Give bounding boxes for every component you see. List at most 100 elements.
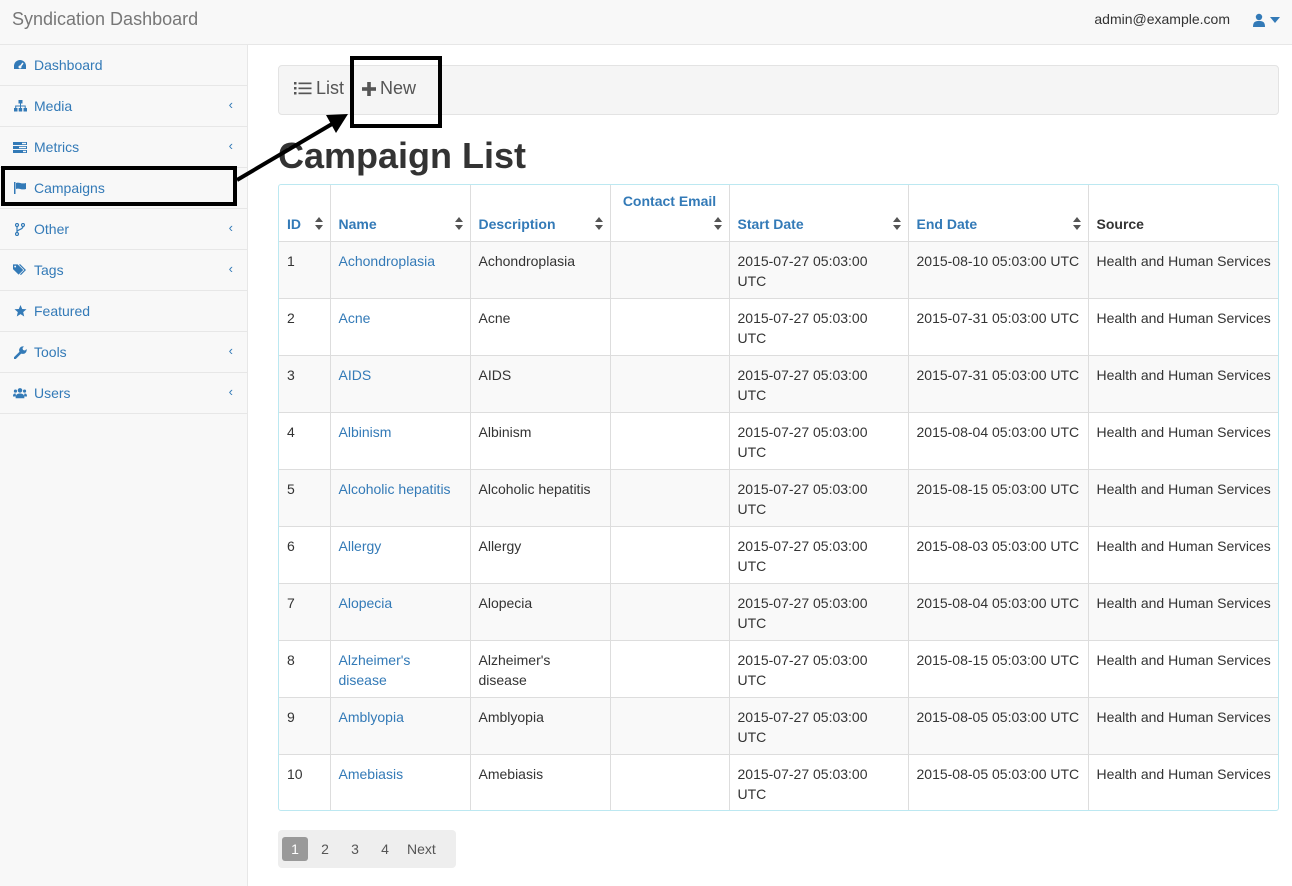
list-button-label: List xyxy=(316,78,345,98)
sidebar-item-users[interactable]: Users ‹ xyxy=(0,373,247,414)
table-row: 8 Alzheimer's disease Alzheimer's disease 2… xyxy=(279,639,1278,697)
main-content: List New Campaign List ID Name Descripti… xyxy=(248,45,1292,886)
cell-start-date: 2015-07-27 05:03:00 UTC xyxy=(728,240,908,298)
list-icon xyxy=(294,81,312,96)
cell-end-date: 2015-07-31 05:03:00 UTC xyxy=(907,354,1088,412)
cell-contact-email xyxy=(609,297,729,355)
top-navbar: Syndication Dashboard admin@example.com xyxy=(0,0,1292,45)
sidebar-item-metrics[interactable]: Metrics ‹ xyxy=(0,127,247,168)
column-header-end-date[interactable]: End Date xyxy=(907,185,1088,241)
chevron-left-icon: ‹ xyxy=(228,343,233,358)
pagination: 1 2 3 4 Next xyxy=(278,830,456,868)
page-link-4[interactable]: 4 xyxy=(372,837,398,861)
column-header-contact-email[interactable]: Contact Email xyxy=(609,185,729,241)
cell-contact-email xyxy=(609,411,729,469)
cell-contact-email xyxy=(609,753,729,810)
cell-contact-email xyxy=(609,354,729,412)
sidebar-item-label: Metrics xyxy=(34,139,80,155)
cell-name[interactable]: Achondroplasia xyxy=(329,240,470,298)
column-header-description[interactable]: Description xyxy=(469,185,610,241)
cell-name[interactable]: AIDS xyxy=(329,354,470,412)
chevron-left-icon: ‹ xyxy=(228,261,233,276)
page-link-2[interactable]: 2 xyxy=(312,837,338,861)
cell-source: Health and Human Services xyxy=(1087,297,1278,355)
cell-end-date: 2015-08-15 05:03:00 UTC xyxy=(907,468,1088,526)
column-header-source: Source xyxy=(1087,185,1278,241)
cell-source: Health and Human Services xyxy=(1087,696,1278,754)
cell-source: Health and Human Services xyxy=(1087,240,1278,298)
cell-description: Allergy xyxy=(469,525,610,583)
cell-end-date: 2015-08-10 05:03:00 UTC xyxy=(907,240,1088,298)
sidebar-item-featured[interactable]: Featured xyxy=(0,291,247,332)
table-row: 5 Alcoholic hepatitis Alcoholic hepatitis 2… xyxy=(279,468,1278,526)
cell-end-date: 2015-07-31 05:03:00 UTC xyxy=(907,297,1088,355)
sidebar-item-tags[interactable]: Tags ‹ xyxy=(0,250,247,291)
column-header-id[interactable]: ID xyxy=(279,185,330,241)
cell-start-date: 2015-07-27 05:03:00 UTC xyxy=(728,639,908,697)
sidebar-item-label: Dashboard xyxy=(34,57,103,73)
table-row: 7 Alopecia Alopecia 2015-07-27 05:03:00 UTC… xyxy=(279,582,1278,640)
cell-source: Health and Human Services xyxy=(1087,468,1278,526)
cell-id: 8 xyxy=(279,639,330,697)
table-row: 6 Allergy Allergy 2015-07-27 05:03:00 UTC 20… xyxy=(279,525,1278,583)
page-title: Campaign List xyxy=(278,135,527,176)
brand-title[interactable]: Syndication Dashboard xyxy=(12,9,198,30)
user-email: admin@example.com xyxy=(1094,11,1230,27)
chevron-left-icon: ‹ xyxy=(228,384,233,399)
sidebar-item-media[interactable]: Media ‹ xyxy=(0,86,247,127)
next-page-link[interactable]: Next xyxy=(402,837,441,861)
wrench-icon xyxy=(13,345,27,359)
list-button[interactable]: List xyxy=(294,78,344,99)
sitemap-icon xyxy=(13,99,27,113)
cell-id: 2 xyxy=(279,297,330,355)
cell-name[interactable]: Acne xyxy=(329,297,470,355)
sidebar-item-other[interactable]: Other ‹ xyxy=(0,209,247,250)
sidebar-item-label: Users xyxy=(34,385,71,401)
cell-description: Acne xyxy=(469,297,610,355)
page-link-1[interactable]: 1 xyxy=(282,837,308,861)
cell-name[interactable]: Alcoholic hepatitis xyxy=(329,468,470,526)
sidebar-item-tools[interactable]: Tools ‹ xyxy=(0,332,247,373)
cell-description: Alcoholic hepatitis xyxy=(469,468,610,526)
cell-name[interactable]: Albinism xyxy=(329,411,470,469)
cell-id: 10 xyxy=(279,753,330,810)
cell-end-date: 2015-08-05 05:03:00 UTC xyxy=(907,696,1088,754)
cell-start-date: 2015-07-27 05:03:00 UTC xyxy=(728,696,908,754)
cell-id: 5 xyxy=(279,468,330,526)
cell-name[interactable]: Alzheimer's disease xyxy=(329,639,470,697)
cell-description: AIDS xyxy=(469,354,610,412)
sidebar-item-dashboard[interactable]: Dashboard xyxy=(0,45,247,86)
cell-start-date: 2015-07-27 05:03:00 UTC xyxy=(728,468,908,526)
cell-description: Amebiasis xyxy=(469,753,610,810)
cell-contact-email xyxy=(609,582,729,640)
cell-contact-email xyxy=(609,639,729,697)
cell-contact-email xyxy=(609,696,729,754)
table-row: 10 Amebiasis Amebiasis 2015-07-27 05:03:00 … xyxy=(279,753,1278,810)
cell-source: Health and Human Services xyxy=(1087,639,1278,697)
cell-name[interactable]: Amebiasis xyxy=(329,753,470,810)
cell-start-date: 2015-07-27 05:03:00 UTC xyxy=(728,753,908,810)
user-menu-toggle[interactable] xyxy=(1246,9,1280,31)
tags-icon xyxy=(13,263,27,277)
annotation-box-campaigns xyxy=(1,166,237,206)
column-header-name[interactable]: Name xyxy=(329,185,470,241)
cell-start-date: 2015-07-27 05:03:00 UTC xyxy=(728,297,908,355)
cell-source: Health and Human Services xyxy=(1087,411,1278,469)
column-header-start-date[interactable]: Start Date xyxy=(728,185,908,241)
page-link-3[interactable]: 3 xyxy=(342,837,368,861)
sidebar-item-label: Tags xyxy=(34,262,64,278)
cell-end-date: 2015-08-04 05:03:00 UTC xyxy=(907,411,1088,469)
cell-source: Health and Human Services xyxy=(1087,753,1278,810)
cell-start-date: 2015-07-27 05:03:00 UTC xyxy=(728,582,908,640)
star-icon xyxy=(13,304,27,318)
cell-name[interactable]: Amblyopia xyxy=(329,696,470,754)
table-row: 1 Achondroplasia Achondroplasia 2015-07-27 … xyxy=(279,240,1278,298)
cell-description: Albinism xyxy=(469,411,610,469)
chevron-left-icon: ‹ xyxy=(228,138,233,153)
cell-contact-email xyxy=(609,525,729,583)
cell-name[interactable]: Allergy xyxy=(329,525,470,583)
sidebar-item-label: Media xyxy=(34,98,73,114)
cell-id: 6 xyxy=(279,525,330,583)
cell-name[interactable]: Alopecia xyxy=(329,582,470,640)
cell-id: 3 xyxy=(279,354,330,412)
